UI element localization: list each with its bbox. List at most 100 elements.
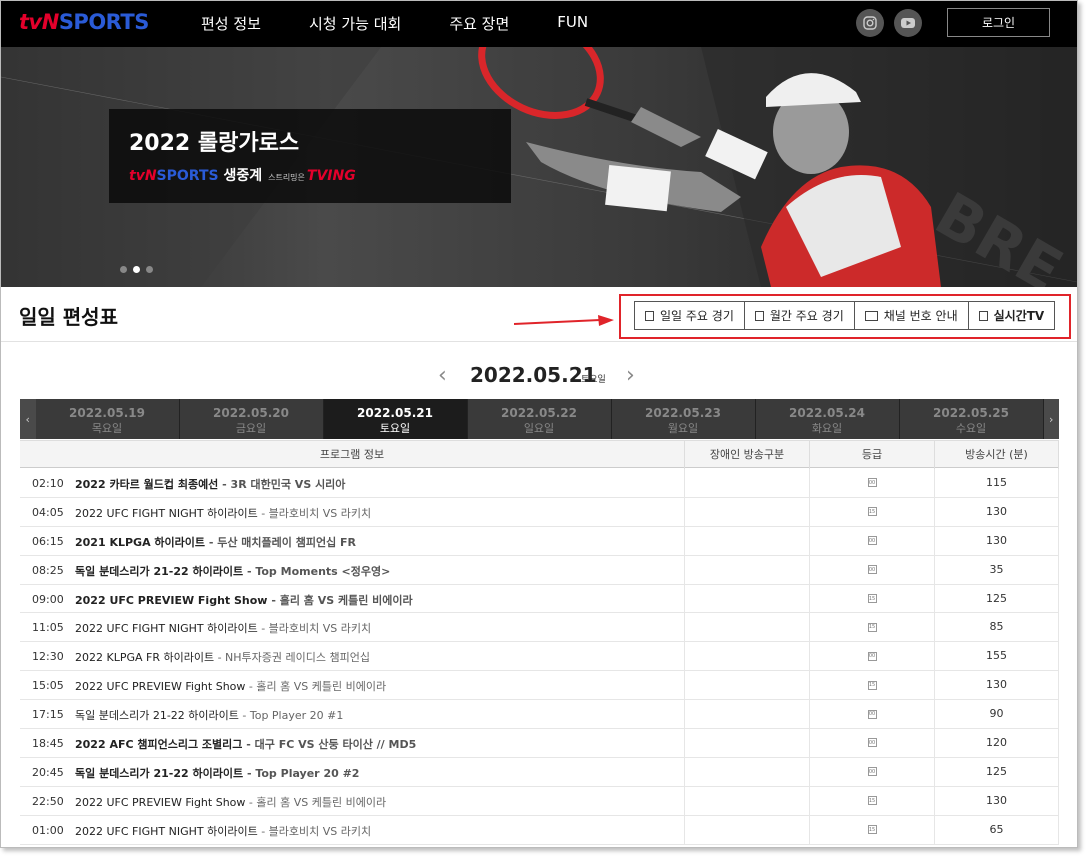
schedule-table-body: 02:10 2022 카타르 월드컵 최종예선 - 3R 대한민국 VS 시리아 0…: [20, 469, 1059, 845]
section-title: 일일 편성표: [19, 305, 118, 329]
tab-channel-info[interactable]: 채널 번호 안내: [854, 302, 969, 329]
nav-fun[interactable]: FUN: [557, 13, 588, 34]
tab-monthly-matches[interactable]: 월간 주요 경기: [744, 302, 855, 329]
col-accessibility: 장애인 방송구분: [684, 441, 809, 469]
row-program[interactable]: 2022 UFC FIGHT NIGHT 하이라이트 - 블라호비치 VS 라키…: [75, 505, 371, 521]
table-row[interactable]: 11:05 2022 UFC FIGHT NIGHT 하이라이트 - 블라호비치 …: [20, 613, 1059, 643]
section-divider: [1, 341, 1077, 342]
row-time: 12:30: [32, 650, 64, 664]
row-rating: 15: [809, 786, 934, 815]
slide-dot-2[interactable]: [133, 266, 140, 273]
row-time: 15:05: [32, 679, 64, 693]
instagram-icon[interactable]: [856, 9, 884, 37]
nav-schedule[interactable]: 편성 정보: [201, 13, 261, 34]
row-accessibility: [684, 613, 809, 642]
row-program[interactable]: 2021 KLPGA 하이라이트 - 두산 매치플레이 챔피언십 FR: [75, 534, 356, 550]
strip-date: 2022.05.21: [357, 406, 433, 420]
date-strip-item[interactable]: 2022.05.22 일요일: [468, 399, 612, 439]
prev-date-button[interactable]: ‹: [438, 363, 447, 388]
row-program[interactable]: 2022 AFC 챔피언스리그 조별리그 - 대구 FC VS 산둥 타이산 /…: [75, 736, 416, 752]
table-row[interactable]: 01:00 2022 UFC FIGHT NIGHT 하이라이트 - 블라호비치 …: [20, 815, 1059, 845]
table-row[interactable]: 09:00 2022 UFC PREVIEW Fight Show - 홀리 홈 …: [20, 584, 1059, 614]
table-row[interactable]: 06:15 2021 KLPGA 하이라이트 - 두산 매치플레이 챔피언십 FR…: [20, 526, 1059, 556]
slide-dot-3[interactable]: [146, 266, 153, 273]
table-row[interactable]: 18:45 2022 AFC 챔피언스리그 조별리그 - 대구 FC VS 산둥 …: [20, 729, 1059, 758]
row-accessibility: [684, 497, 809, 526]
table-row[interactable]: 02:10 2022 카타르 월드컵 최종예선 - 3R 대한민국 VS 시리아 0…: [20, 469, 1059, 498]
banner-live: 생중계: [223, 168, 263, 184]
banner-title: 2022 롤랑가로스: [129, 131, 300, 156]
program-name: 독일 분데스리가 21-22 하이라이트: [75, 709, 239, 723]
banner-tvn: tvN: [129, 168, 157, 184]
date-strip-item[interactable]: 2022.05.23 월요일: [612, 399, 756, 439]
program-name: 2022 UFC PREVIEW Fight Show: [75, 680, 246, 694]
strip-next-button[interactable]: ›: [1043, 399, 1059, 439]
row-program[interactable]: 독일 분데스리가 21-22 하이라이트 - Top Player 20 #1: [75, 707, 343, 723]
tvn-sports-logo[interactable]: tvNSPORTS: [19, 10, 149, 34]
program-name: 2022 AFC 챔피언스리그 조별리그: [75, 738, 243, 752]
table-row[interactable]: 15:05 2022 UFC PREVIEW Fight Show - 홀리 홈 …: [20, 671, 1059, 701]
calendar-icon: [645, 310, 654, 321]
program-subtitle: - 홀리 홈 VS 케틀린 비에이라: [267, 593, 413, 607]
row-time: 01:00: [32, 823, 64, 837]
program-name: 2022 KLPGA FR 하이라이트: [75, 651, 215, 665]
program-subtitle: - 블라호비치 VS 라키치: [257, 824, 372, 838]
rating-icon: 00: [867, 536, 877, 546]
next-date-button[interactable]: ›: [626, 363, 635, 388]
row-program[interactable]: 2022 UFC PREVIEW Fight Show - 홀리 홈 VS 케틀…: [75, 794, 386, 810]
row-program[interactable]: 독일 분데스리가 21-22 하이라이트 - Top Moments <정우영>: [75, 563, 390, 579]
program-subtitle: - Top Player 20 #2: [243, 766, 360, 780]
table-row[interactable]: 08:25 독일 분데스리가 21-22 하이라이트 - Top Moments …: [20, 555, 1059, 585]
row-time: 02:10: [32, 477, 64, 490]
row-program[interactable]: 2022 KLPGA FR 하이라이트 - NH투자증권 레이디스 챔피언십: [75, 649, 370, 665]
youtube-icon[interactable]: [894, 9, 922, 37]
program-subtitle: - NH투자증권 레이디스 챔피언십: [214, 651, 370, 665]
row-program[interactable]: 2022 UFC PREVIEW Fight Show - 홀리 홈 VS 케틀…: [75, 678, 386, 694]
strip-prev-button[interactable]: ‹: [20, 399, 36, 439]
calendar-icon: [754, 310, 764, 321]
date-strip-item[interactable]: 2022.05.19 목요일: [36, 399, 180, 439]
table-row[interactable]: 20:45 독일 분데스리가 21-22 하이라이트 - Top Player 2…: [20, 757, 1059, 787]
slide-dot-1[interactable]: [120, 266, 127, 273]
table-row[interactable]: 04:05 2022 UFC FIGHT NIGHT 하이라이트 - 블라호비치 …: [20, 497, 1059, 527]
tab-live-tv[interactable]: 실시간TV: [968, 302, 1055, 329]
program-subtitle: - Top Player 20 #1: [238, 709, 344, 723]
hero-banner[interactable]: BRE 2022 롤랑가로스 tvNSPORTS 생중계 스트리밍은 TVING: [1, 47, 1077, 287]
row-program[interactable]: 2022 UFC PREVIEW Fight Show - 홀리 홈 VS 케틀…: [75, 592, 413, 608]
row-program[interactable]: 2022 UFC FIGHT NIGHT 하이라이트 - 블라호비치 VS 라키…: [75, 620, 371, 636]
nav-highlights[interactable]: 주요 장면: [449, 13, 509, 34]
row-program[interactable]: 독일 분데스리가 21-22 하이라이트 - Top Player 20 #2: [75, 765, 359, 781]
banner-caption-panel: 2022 롤랑가로스 tvNSPORTS 생중계 스트리밍은 TVING: [109, 109, 511, 203]
row-accessibility: [684, 786, 809, 815]
row-duration: 65: [934, 815, 1059, 844]
rating-icon: 15: [867, 507, 877, 517]
date-strip-item[interactable]: 2022.05.25 수요일: [900, 399, 1044, 439]
strip-items: 2022.05.19 목요일 2022.05.20 금요일 2022.05.21 토요일 2…: [36, 399, 1044, 439]
rating-icon: 15: [867, 825, 877, 835]
row-duration: 125: [934, 757, 1059, 786]
browser-frame: tvNSPORTS 편성 정보 시청 가능 대회 주요 장면 FUN 로그인 B…: [0, 0, 1078, 848]
row-accessibility: [684, 642, 809, 671]
date-strip-item[interactable]: 2022.05.20 금요일: [180, 399, 324, 439]
rating-icon: 15: [867, 680, 877, 690]
row-program[interactable]: 2022 UFC FIGHT NIGHT 하이라이트 - 블라호비치 VS 라키…: [75, 823, 371, 839]
tab-daily-matches[interactable]: 일일 주요 경기: [635, 302, 745, 329]
strip-day: 목요일: [91, 422, 123, 435]
date-strip-item[interactable]: 2022.05.24 화요일: [756, 399, 900, 439]
nav-tournaments[interactable]: 시청 가능 대회: [309, 13, 401, 34]
row-rating: 15: [809, 815, 934, 844]
login-button[interactable]: 로그인: [947, 8, 1050, 37]
strip-date: 2022.05.20: [213, 406, 289, 420]
banner-tving: TVING: [306, 168, 356, 184]
row-accessibility: [684, 469, 809, 497]
date-strip: ‹ 2022.05.19 목요일 2022.05.20 금요일 2022.05.21 토요…: [20, 399, 1059, 439]
table-row[interactable]: 22:50 2022 UFC PREVIEW Fight Show - 홀리 홈 …: [20, 786, 1059, 816]
row-program[interactable]: 2022 카타르 월드컵 최종예선 - 3R 대한민국 VS 시리아: [75, 476, 345, 492]
strip-day: 금요일: [235, 422, 267, 435]
date-strip-item[interactable]: 2022.05.21 토요일: [323, 399, 468, 439]
table-row[interactable]: 17:15 독일 분데스리가 21-22 하이라이트 - Top Player 2…: [20, 700, 1059, 730]
rating-icon: 00: [867, 738, 877, 748]
row-rating: 00: [809, 757, 934, 786]
program-name: 2022 UFC FIGHT NIGHT 하이라이트: [75, 622, 258, 636]
table-row[interactable]: 12:30 2022 KLPGA FR 하이라이트 - NH투자증권 레이디스 챔…: [20, 642, 1059, 672]
